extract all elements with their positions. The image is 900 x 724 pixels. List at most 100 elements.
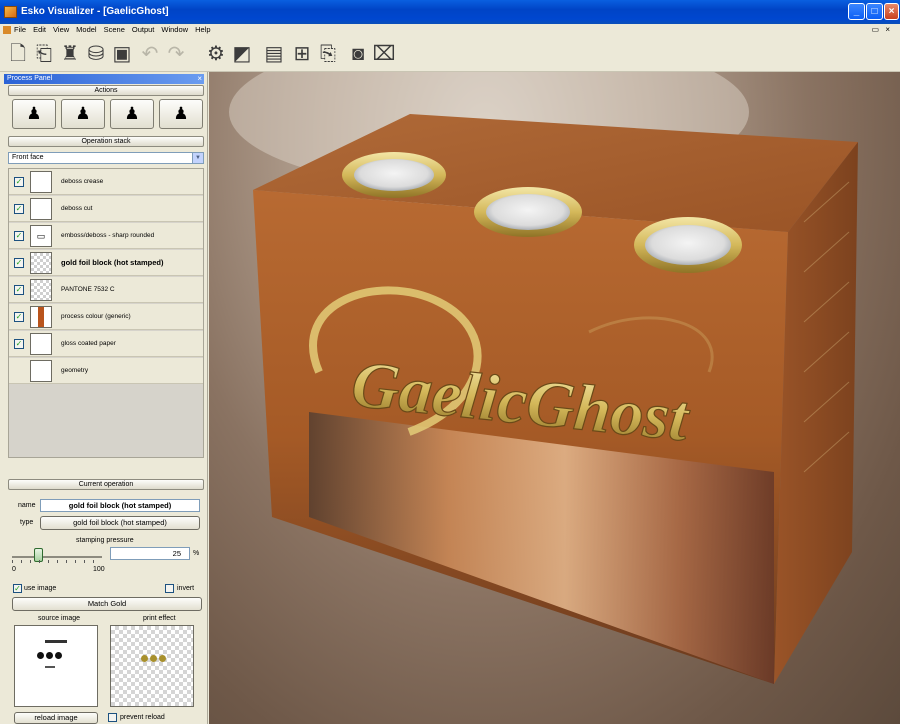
panel-title-bar: Process Panel ×: [4, 74, 204, 84]
process-panel: Process Panel × Actions ♟ ♟ ♟ ♟ Operatio…: [0, 72, 208, 724]
document-icon: [3, 26, 11, 34]
actions-header[interactable]: Actions: [8, 85, 204, 96]
source-image-scribble: [45, 640, 67, 643]
source-image-dot: [55, 652, 62, 659]
source-image-scribble: [45, 666, 55, 668]
3d-viewport[interactable]: GaelicGhost: [209, 72, 900, 724]
operation-label: deboss crease: [61, 178, 104, 185]
stamp-icon: ♟: [75, 104, 91, 123]
slider-ticks: [12, 560, 102, 563]
operation-thumbnail: [30, 333, 52, 355]
name-field[interactable]: gold foil block (hot stamped): [40, 499, 200, 512]
face-selector[interactable]: Front face ▼: [8, 152, 204, 164]
print-effect-dot: [150, 655, 157, 662]
layers-icon[interactable]: ▤: [262, 42, 286, 66]
operation-thumbnail: [30, 171, 52, 193]
menu-bar: File Edit View Model Scene Output Window…: [0, 24, 900, 36]
use-image-label: use image: [24, 585, 57, 592]
stamping-pressure-unit: %: [193, 550, 200, 557]
stamping-pressure-input[interactable]: 25: [110, 547, 190, 560]
operation-thumbnail: [30, 198, 52, 220]
hole-1: [354, 159, 434, 191]
current-operation-header[interactable]: Current operation: [8, 479, 204, 490]
operation-checkbox[interactable]: ✓: [14, 339, 24, 349]
type-button[interactable]: gold foil block (hot stamped): [40, 516, 200, 530]
minimize-button[interactable]: _: [848, 3, 865, 20]
new-document-icon[interactable]: 🗋: [6, 42, 30, 66]
operation-checkbox[interactable]: ✓: [14, 231, 24, 241]
movie-icon[interactable]: ⌧: [372, 42, 396, 66]
operation-stack-list: ✓ deboss crease ✓ deboss cut ✓ ▭ emboss/…: [8, 168, 204, 458]
stamp-icon: ♟: [26, 104, 42, 123]
action-button-3[interactable]: ♟: [110, 99, 154, 129]
action-button-4[interactable]: ♟: [159, 99, 203, 129]
hole-2: [486, 194, 570, 230]
chevron-down-icon[interactable]: ▼: [192, 153, 203, 163]
menu-view[interactable]: View: [53, 25, 69, 34]
use-image-checkbox[interactable]: ✓: [13, 584, 22, 593]
prevent-reload-checkbox[interactable]: [108, 713, 117, 722]
action-button-2[interactable]: ♟: [61, 99, 105, 129]
invert-checkbox[interactable]: [165, 584, 174, 593]
operation-stack-header[interactable]: Operation stack: [8, 136, 204, 147]
operation-label: gloss coated paper: [61, 340, 116, 347]
operation-label: process colour (generic): [61, 313, 131, 320]
source-image-label: source image: [38, 615, 81, 622]
menu-window[interactable]: Window: [161, 25, 188, 34]
stamping-pressure-label: stamping pressure: [76, 537, 134, 544]
maximize-button[interactable]: □: [866, 3, 883, 20]
book-icon[interactable]: ⊞: [290, 42, 314, 66]
menu-model[interactable]: Model: [76, 25, 96, 34]
operation-checkbox[interactable]: ✓: [14, 312, 24, 322]
save-icon[interactable]: ▣: [110, 42, 134, 66]
operation-row[interactable]: ✓ ▭ emboss/deboss - sharp rounded: [9, 223, 203, 249]
operation-checkbox[interactable]: ✓: [14, 258, 24, 268]
action-button-1[interactable]: ♟: [12, 99, 56, 129]
stamp-icon: ♟: [173, 104, 189, 123]
menu-scene[interactable]: Scene: [104, 25, 125, 34]
invert-label: invert: [177, 585, 195, 592]
type-label: type: [20, 519, 34, 526]
3d-scene[interactable]: GaelicGhost: [209, 72, 900, 724]
render-icon[interactable]: ⚙: [204, 42, 228, 66]
operation-row[interactable]: geometry: [9, 358, 203, 384]
operation-checkbox[interactable]: ✓: [14, 285, 24, 295]
operation-row[interactable]: ✓ PANTONE 7532 C: [9, 277, 203, 303]
redo-icon[interactable]: ↷: [164, 42, 188, 66]
panel-title: Process Panel: [7, 75, 53, 82]
operation-label: gold foil block (hot stamped): [61, 258, 164, 267]
stamping-pressure-slider-track[interactable]: [12, 556, 102, 558]
open-icon[interactable]: ⎗: [32, 42, 56, 66]
menu-file[interactable]: File: [14, 25, 26, 34]
undo-icon[interactable]: ↶: [138, 42, 162, 66]
model-icon[interactable]: ♜: [58, 42, 82, 66]
operation-checkbox[interactable]: ✓: [14, 177, 24, 187]
scene-icon[interactable]: ⛁: [84, 42, 108, 66]
select-icon[interactable]: ⎘: [316, 42, 340, 66]
face-selector-value: Front face: [12, 154, 44, 161]
close-button[interactable]: ×: [884, 3, 899, 20]
operation-checkbox[interactable]: ✓: [14, 204, 24, 214]
operation-thumbnail: [30, 360, 52, 382]
operation-label: geometry: [61, 367, 89, 374]
operation-row-selected[interactable]: ✓ gold foil block (hot stamped): [9, 250, 203, 276]
operation-row[interactable]: ✓ deboss crease: [9, 169, 203, 195]
name-label: name: [18, 502, 36, 509]
reload-image-button[interactable]: reload image: [14, 712, 98, 724]
operation-thumbnail: ▭: [30, 225, 52, 247]
source-image-dot: [46, 652, 53, 659]
window-title: Esko Visualizer - [GaelicGhost]: [21, 6, 169, 17]
screenshot-icon[interactable]: ◩: [230, 42, 254, 66]
camera-icon[interactable]: ◙: [346, 42, 370, 66]
print-effect-dot: [141, 655, 148, 662]
menu-edit[interactable]: Edit: [33, 25, 46, 34]
operation-row[interactable]: ✓ deboss cut: [9, 196, 203, 222]
operation-row[interactable]: ✓ gloss coated paper: [9, 331, 203, 357]
hole-3: [645, 225, 731, 265]
menu-help[interactable]: Help: [195, 25, 210, 34]
menu-output[interactable]: Output: [132, 25, 155, 34]
operation-row[interactable]: ✓ process colour (generic): [9, 304, 203, 330]
mdi-controls[interactable]: ▭ ×: [872, 25, 892, 34]
panel-close-icon[interactable]: ×: [197, 74, 202, 84]
match-gold-button[interactable]: Match Gold: [12, 597, 202, 611]
